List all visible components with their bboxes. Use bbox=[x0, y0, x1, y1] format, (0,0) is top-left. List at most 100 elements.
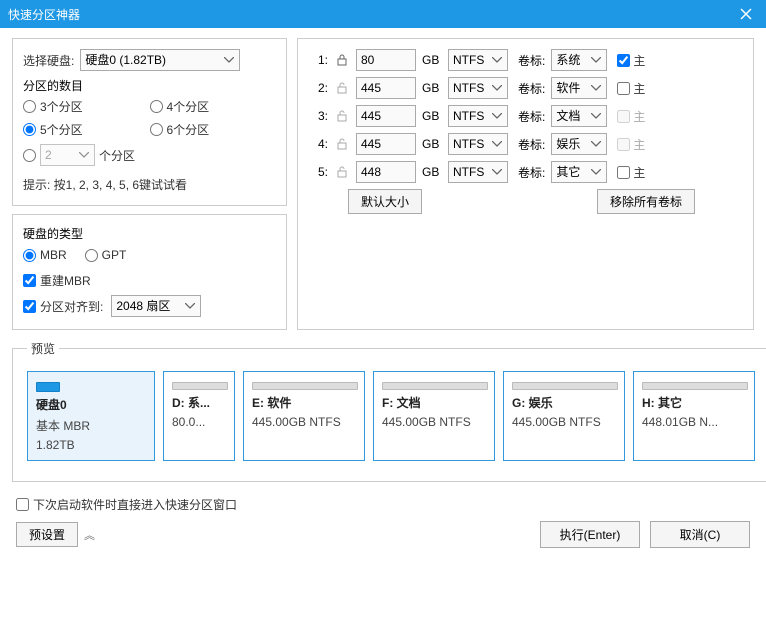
radio-4-label: 4个分区 bbox=[167, 98, 210, 115]
align-check[interactable] bbox=[23, 300, 36, 313]
fs-select[interactable]: NTFS bbox=[448, 161, 508, 183]
fs-select[interactable]: NTFS bbox=[448, 49, 508, 71]
primary-label: 主 bbox=[633, 164, 645, 181]
partition-bar bbox=[642, 382, 748, 390]
count-legend: 分区的数目 bbox=[23, 77, 276, 94]
radio-3-label: 3个分区 bbox=[40, 98, 83, 115]
preview-part-info: 445.00GB NTFS bbox=[252, 415, 358, 429]
primary-check[interactable] bbox=[617, 82, 630, 95]
size-input[interactable] bbox=[356, 77, 416, 99]
count-fieldset: 选择硬盘: 硬盘0 (1.82TB) 分区的数目 3个分区 4个分区 5个分区 … bbox=[12, 38, 287, 206]
radio-6[interactable] bbox=[150, 123, 163, 136]
disk-label: 选择硬盘: bbox=[23, 52, 74, 69]
partition-index: 2: bbox=[312, 81, 328, 95]
partition-bar bbox=[172, 382, 228, 390]
type-fieldset: 硬盘的类型 MBR GPT 重建MBR 分区对齐到: 2048 扇区 bbox=[12, 214, 287, 330]
preview-partition-box[interactable]: G: 娱乐 445.00GB NTFS bbox=[503, 371, 625, 461]
disk-select[interactable]: 硬盘0 (1.82TB) bbox=[80, 49, 240, 71]
partition-row: 4:GBNTFS卷标:娱乐主 bbox=[312, 133, 743, 155]
chevron-up-icon[interactable]: ︽ bbox=[84, 527, 95, 543]
preview-partition-box[interactable]: F: 文档 445.00GB NTFS bbox=[373, 371, 495, 461]
primary-label: 主 bbox=[633, 52, 645, 69]
preview-part-info: 80.0... bbox=[172, 415, 228, 429]
custom-count-select[interactable]: 2 bbox=[40, 144, 95, 166]
window-title: 快速分区神器 bbox=[8, 6, 80, 23]
partition-index: 5: bbox=[312, 165, 328, 179]
fs-select[interactable]: NTFS bbox=[448, 133, 508, 155]
mbr-label: MBR bbox=[40, 248, 67, 262]
preview-disk-box[interactable]: 硬盘0 基本 MBR 1.82TB bbox=[27, 371, 155, 461]
partition-row: 2:GBNTFS卷标:软件主 bbox=[312, 77, 743, 99]
radio-custom[interactable] bbox=[23, 149, 36, 162]
unlock-icon[interactable] bbox=[334, 108, 350, 124]
size-input[interactable] bbox=[356, 133, 416, 155]
volume-label-text: 卷标: bbox=[518, 108, 545, 125]
next-launch-check[interactable] bbox=[16, 498, 29, 511]
preview-partition-box[interactable]: E: 软件 445.00GB NTFS bbox=[243, 371, 365, 461]
volume-label-text: 卷标: bbox=[518, 136, 545, 153]
radio-mbr[interactable] bbox=[23, 249, 36, 262]
radio-4[interactable] bbox=[150, 100, 163, 113]
preview-part-info: 445.00GB NTFS bbox=[512, 415, 618, 429]
hint-text: 提示: 按1, 2, 3, 4, 5, 6键试试看 bbox=[23, 176, 276, 193]
gb-label: GB bbox=[422, 165, 442, 179]
fs-select[interactable]: NTFS bbox=[448, 77, 508, 99]
preview-part-info: 448.01GB N... bbox=[642, 415, 748, 429]
radio-5-label: 5个分区 bbox=[40, 121, 83, 138]
unlock-icon[interactable] bbox=[334, 164, 350, 180]
preview-partition-box[interactable]: H: 其它448.01GB N... bbox=[633, 371, 755, 461]
partition-index: 4: bbox=[312, 137, 328, 151]
radio-3[interactable] bbox=[23, 100, 36, 113]
partition-bar bbox=[382, 382, 488, 390]
volume-label-text: 卷标: bbox=[518, 164, 545, 181]
preview-part-name: F: 文档 bbox=[382, 394, 488, 411]
volume-label-select[interactable]: 系统 bbox=[551, 49, 607, 71]
volume-label-text: 卷标: bbox=[518, 52, 545, 69]
align-select[interactable]: 2048 扇区 bbox=[111, 295, 201, 317]
rebuild-mbr-check[interactable] bbox=[23, 274, 36, 287]
volume-label-select[interactable]: 文档 bbox=[551, 105, 607, 127]
partition-row: 1:GBNTFS卷标:系统主 bbox=[312, 49, 743, 71]
size-input[interactable] bbox=[356, 49, 416, 71]
preview-part-name: G: 娱乐 bbox=[512, 394, 618, 411]
unlock-icon[interactable] bbox=[334, 136, 350, 152]
volume-label-select[interactable]: 软件 bbox=[551, 77, 607, 99]
radio-gpt[interactable] bbox=[85, 249, 98, 262]
partition-index: 1: bbox=[312, 53, 328, 67]
gb-label: GB bbox=[422, 81, 442, 95]
primary-check[interactable] bbox=[617, 166, 630, 179]
radio-5[interactable] bbox=[23, 123, 36, 136]
close-button[interactable] bbox=[726, 0, 766, 28]
remove-labels-button[interactable]: 移除所有卷标 bbox=[597, 189, 695, 214]
execute-button[interactable]: 执行(Enter) bbox=[540, 521, 640, 548]
volume-label-select[interactable]: 其它 bbox=[551, 161, 607, 183]
title-bar: 快速分区神器 bbox=[0, 0, 766, 28]
preview-fieldset: 预览 硬盘0 基本 MBR 1.82TB D: 系... 80.0... E: 软件… bbox=[12, 340, 766, 482]
fs-select[interactable]: NTFS bbox=[448, 105, 508, 127]
preview-partition-box[interactable]: D: 系... 80.0... bbox=[163, 371, 235, 461]
unlock-icon[interactable] bbox=[334, 80, 350, 96]
volume-label-select[interactable]: 娱乐 bbox=[551, 133, 607, 155]
partition-row: 5: GB NTFS 卷标: 其它 主 bbox=[312, 161, 743, 183]
preview-part-name: D: 系... bbox=[172, 394, 228, 411]
partition-index: 3: bbox=[312, 109, 328, 123]
preview-part-info: 445.00GB NTFS bbox=[382, 415, 488, 429]
primary-label: 主 bbox=[633, 80, 645, 97]
preview-legend: 预览 bbox=[27, 340, 59, 357]
primary-check bbox=[617, 110, 630, 123]
partitions-box: 1:GBNTFS卷标:系统主2:GBNTFS卷标:软件主3:GBNTFS卷标:文… bbox=[297, 38, 754, 330]
gb-label: GB bbox=[422, 109, 442, 123]
primary-check[interactable] bbox=[617, 54, 630, 67]
lock-icon[interactable] bbox=[334, 52, 350, 68]
size-input[interactable] bbox=[356, 161, 416, 183]
gpt-label: GPT bbox=[102, 248, 127, 262]
partition-bar bbox=[252, 382, 358, 390]
preview-part-name: E: 软件 bbox=[252, 394, 358, 411]
default-size-button[interactable]: 默认大小 bbox=[348, 189, 422, 214]
cancel-button[interactable]: 取消(C) bbox=[650, 521, 750, 548]
align-label: 分区对齐到: bbox=[40, 298, 103, 315]
gb-label: GB bbox=[422, 137, 442, 151]
size-input[interactable] bbox=[356, 105, 416, 127]
preset-button[interactable]: 预设置 bbox=[16, 522, 78, 547]
partition-row: 3:GBNTFS卷标:文档主 bbox=[312, 105, 743, 127]
